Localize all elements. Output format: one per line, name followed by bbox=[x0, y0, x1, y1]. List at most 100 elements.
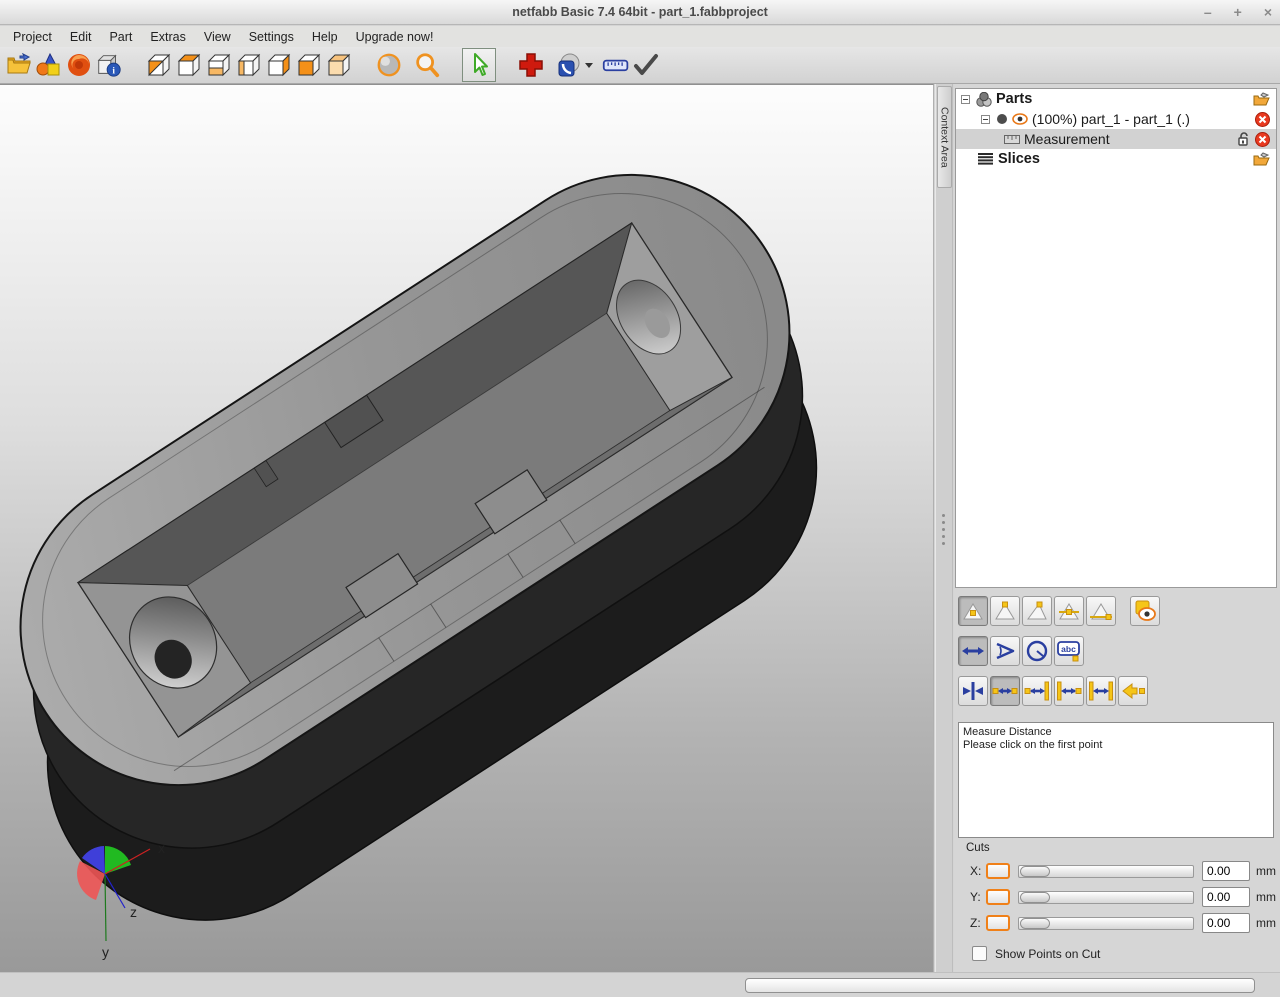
plane-to-point-button[interactable] bbox=[1054, 676, 1084, 706]
lock-icon[interactable] bbox=[1237, 132, 1251, 146]
measure-status-hint: Please click on the first point bbox=[963, 739, 1269, 752]
part-item-label: (100%) part_1 - part_1 (.) bbox=[1032, 111, 1190, 127]
context-area-tab[interactable]: Context Area bbox=[937, 86, 952, 188]
tree-row-slices[interactable]: Slices bbox=[956, 149, 1276, 169]
snap-edge-line-icon bbox=[1057, 600, 1081, 622]
menu-upgrade[interactable]: Upgrade now! bbox=[347, 28, 443, 46]
repair-swirl-icon bbox=[65, 51, 93, 79]
view-isometric-icon bbox=[145, 51, 173, 79]
view-front-button[interactable] bbox=[294, 50, 324, 80]
view-isometric-button[interactable] bbox=[144, 50, 174, 80]
cut-y-value-input[interactable] bbox=[1202, 887, 1250, 907]
measurement-ruler-icon bbox=[1004, 135, 1020, 144]
menu-help[interactable]: Help bbox=[303, 28, 347, 46]
snap-vertex-button[interactable] bbox=[990, 596, 1020, 626]
show-points-checkbox[interactable] bbox=[972, 946, 987, 961]
measure-label-button[interactable]: abc bbox=[1054, 636, 1084, 666]
open-folder-icon[interactable] bbox=[1253, 92, 1270, 106]
menu-extras[interactable]: Extras bbox=[141, 28, 194, 46]
context-area-label: Context Area bbox=[939, 107, 951, 168]
open-folder-icon[interactable] bbox=[1253, 152, 1270, 166]
menu-project[interactable]: Project bbox=[4, 28, 61, 46]
menu-view[interactable]: View bbox=[195, 28, 240, 46]
cut-dropdown-icon[interactable] bbox=[585, 63, 593, 68]
viewport-3d[interactable]: x y z bbox=[0, 84, 934, 972]
cut-z-value-input[interactable] bbox=[1202, 913, 1250, 933]
view-back-button[interactable] bbox=[324, 50, 354, 80]
add-part-button[interactable] bbox=[34, 50, 64, 80]
last-point-button[interactable] bbox=[1118, 676, 1148, 706]
cut-x-slider[interactable] bbox=[1018, 865, 1194, 878]
cut-row-x: X: mm bbox=[958, 858, 1276, 884]
cut-sphere-icon bbox=[555, 51, 583, 79]
window-title: netfabb Basic 7.4 64bit - part_1.fabbpro… bbox=[0, 5, 1280, 19]
measure-radius-button[interactable] bbox=[1022, 636, 1052, 666]
close-button[interactable]: × bbox=[1264, 0, 1272, 25]
menu-settings[interactable]: Settings bbox=[240, 28, 303, 46]
snap-base-line-button[interactable] bbox=[1086, 596, 1116, 626]
cut-z-slider[interactable] bbox=[1018, 917, 1194, 930]
snap-edge-point-button[interactable] bbox=[1022, 596, 1052, 626]
measure-status-box: Measure Distance Please click on the fir… bbox=[958, 722, 1274, 838]
repair-button[interactable] bbox=[64, 50, 94, 80]
view-right-icon bbox=[265, 51, 293, 79]
distance-type-row bbox=[958, 676, 1148, 706]
measure-button[interactable] bbox=[601, 50, 631, 80]
plane-to-plane-button[interactable] bbox=[1086, 676, 1116, 706]
cut-x-value-input[interactable] bbox=[1202, 861, 1250, 881]
cut-y-slider[interactable] bbox=[1018, 891, 1194, 904]
tree-row-measurement[interactable]: Measurement bbox=[956, 129, 1276, 149]
remove-part-icon[interactable] bbox=[1255, 112, 1270, 127]
part-info-button[interactable]: i bbox=[94, 50, 124, 80]
cut-z-toggle-button[interactable] bbox=[986, 915, 1010, 931]
tree-row-part1[interactable]: (100%) part_1 - part_1 (.) bbox=[956, 109, 1276, 129]
zoom-button[interactable] bbox=[412, 50, 442, 80]
point-to-point-button[interactable] bbox=[990, 676, 1020, 706]
status-bar bbox=[0, 972, 1280, 997]
view-top-button[interactable] bbox=[174, 50, 204, 80]
apply-button[interactable] bbox=[631, 50, 661, 80]
view-bottom-button[interactable] bbox=[204, 50, 234, 80]
measure-angle-button[interactable] bbox=[990, 636, 1020, 666]
visibility-eye-icon[interactable] bbox=[1012, 113, 1028, 125]
minimize-button[interactable]: – bbox=[1204, 0, 1212, 25]
point-snap-center-button[interactable] bbox=[958, 676, 988, 706]
splitter-handle[interactable] bbox=[940, 514, 946, 548]
measure-distance-button[interactable] bbox=[958, 636, 988, 666]
maximize-button[interactable]: + bbox=[1234, 0, 1242, 25]
cut-y-toggle-button[interactable] bbox=[986, 889, 1010, 905]
center-cross-icon bbox=[960, 680, 986, 702]
cut-y-slider-thumb[interactable] bbox=[1020, 892, 1050, 903]
show-points-row: Show Points on Cut bbox=[972, 946, 1276, 961]
measure-status-title: Measure Distance bbox=[963, 726, 1269, 739]
show-measure-points-button[interactable] bbox=[1130, 596, 1160, 626]
cut-x-slider-thumb[interactable] bbox=[1020, 866, 1050, 877]
collapse-icon[interactable] bbox=[981, 115, 990, 124]
tree-row-parts[interactable]: Parts bbox=[956, 89, 1276, 109]
distance-arrow-icon bbox=[961, 641, 985, 661]
cut-z-slider-thumb[interactable] bbox=[1020, 918, 1050, 929]
context-area-strip: Context Area bbox=[935, 84, 953, 972]
menu-edit[interactable]: Edit bbox=[61, 28, 101, 46]
remove-measurement-icon[interactable] bbox=[1255, 132, 1270, 147]
cut-sphere-button[interactable] bbox=[554, 50, 584, 80]
menu-part[interactable]: Part bbox=[100, 28, 141, 46]
point-to-plane-icon bbox=[1024, 681, 1050, 701]
collapse-icon[interactable] bbox=[961, 95, 970, 104]
select-button[interactable] bbox=[462, 48, 496, 82]
view-right-button[interactable] bbox=[264, 50, 294, 80]
plane-to-plane-icon bbox=[1088, 681, 1114, 701]
view-left-button[interactable] bbox=[234, 50, 264, 80]
cut-x-toggle-button[interactable] bbox=[986, 863, 1010, 879]
menu-bar: Project Edit Part Extras View Settings H… bbox=[0, 26, 1280, 47]
snap-triangle-center-button[interactable] bbox=[958, 596, 988, 626]
last-point-arrow-icon bbox=[1120, 681, 1146, 701]
view-front-icon bbox=[295, 51, 323, 79]
snap-edge-line-button[interactable] bbox=[1054, 596, 1084, 626]
add-measurement-button[interactable] bbox=[516, 50, 546, 80]
view-back-icon bbox=[325, 51, 353, 79]
zoom-fit-button[interactable] bbox=[374, 50, 404, 80]
open-button[interactable] bbox=[4, 50, 34, 80]
point-to-plane-button[interactable] bbox=[1022, 676, 1052, 706]
ruler-icon bbox=[602, 51, 630, 79]
